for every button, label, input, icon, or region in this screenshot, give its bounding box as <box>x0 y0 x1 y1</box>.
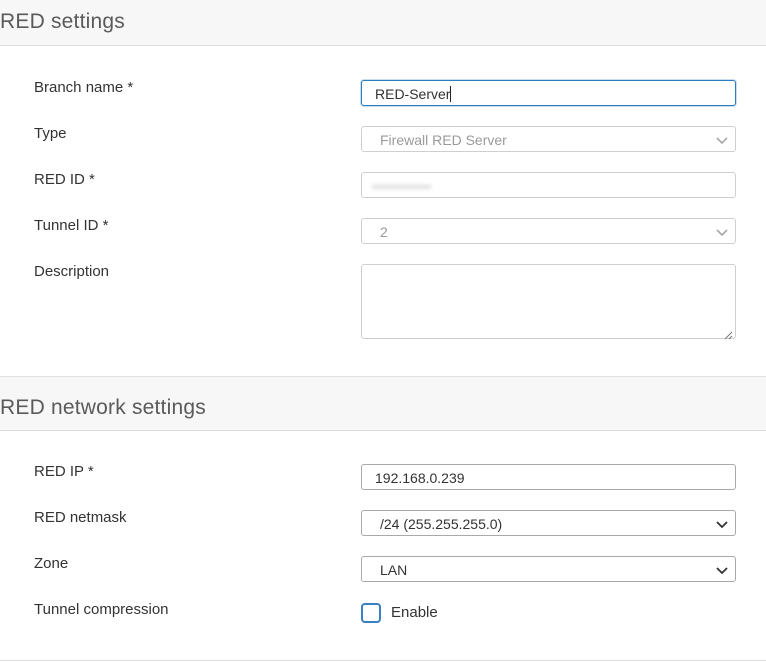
chevron-down-icon <box>715 133 729 147</box>
type-label: Type <box>34 125 67 142</box>
tunnel-id-label: Tunnel ID * <box>34 217 109 234</box>
red-settings-header: RED settings <box>0 0 766 46</box>
tunnel-compression-checkbox[interactable] <box>361 603 381 623</box>
section-title: RED settings <box>0 10 125 33</box>
branch-name-value: RED-Server <box>375 86 451 102</box>
red-netmask-label: RED netmask <box>34 509 127 526</box>
chevron-down-icon <box>715 225 729 239</box>
tunnel-id-select[interactable]: 2 <box>361 218 736 244</box>
branch-name-label: Branch name * <box>34 79 134 96</box>
zone-label: Zone <box>34 555 69 572</box>
red-id-label: RED ID * <box>34 171 95 188</box>
red-ip-input[interactable]: 192.168.0.239 <box>361 464 736 490</box>
type-select[interactable]: Firewall RED Server <box>361 126 736 152</box>
zone-select[interactable]: LAN <box>361 556 736 582</box>
section-title: RED network settings <box>0 396 206 419</box>
red-id-input[interactable]: ••••••••••••• <box>361 172 736 198</box>
red-ip-value: 192.168.0.239 <box>375 470 465 486</box>
chevron-down-icon <box>715 563 729 577</box>
red-id-value: ••••••••••••• <box>372 179 432 194</box>
description-label: Description <box>34 263 110 280</box>
red-network-settings-header: RED network settings <box>0 376 766 431</box>
zone-value: LAN <box>380 562 408 578</box>
tunnel-id-value: 2 <box>380 224 388 240</box>
red-netmask-select[interactable]: /24 (255.255.255.0) <box>361 510 736 536</box>
tunnel-compression-label: Tunnel compression <box>34 601 169 618</box>
chevron-down-icon <box>715 517 729 531</box>
red-netmask-value: /24 (255.255.255.0) <box>380 516 503 532</box>
red-ip-label: RED IP * <box>34 463 94 480</box>
branch-name-input[interactable]: RED-Server <box>361 80 736 106</box>
resize-grip-icon[interactable] <box>724 327 733 340</box>
enable-label[interactable]: Enable <box>391 604 438 621</box>
divider <box>0 660 766 661</box>
type-value: Firewall RED Server <box>380 132 507 148</box>
text-cursor <box>450 86 452 102</box>
description-textarea[interactable] <box>361 264 736 340</box>
